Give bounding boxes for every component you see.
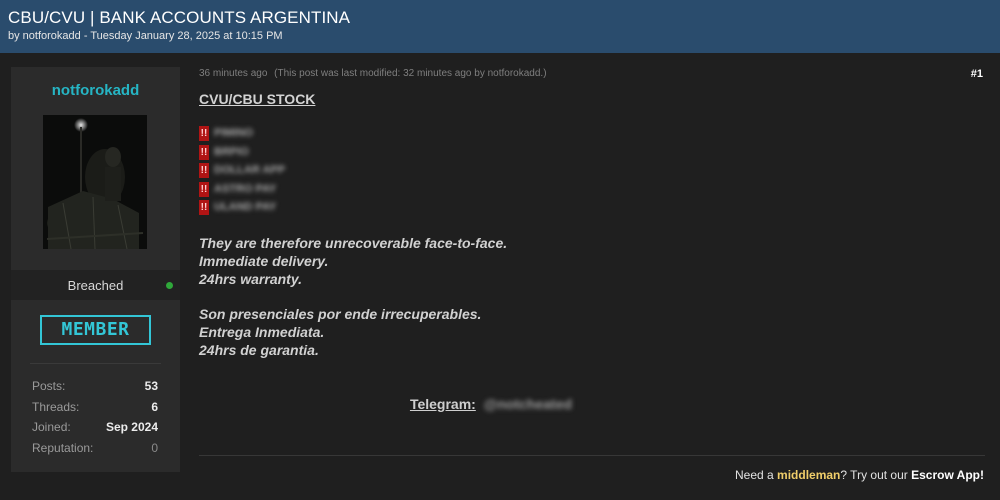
user-stats: Posts: 53 Threads: 6 Joined: Sep 2024 Re… (32, 379, 158, 461)
post-heading: CVU/CBU STOCK (199, 91, 316, 107)
escrow-app-link[interactable]: Escrow App! (911, 468, 984, 482)
stat-value: Sep 2024 (105, 420, 158, 434)
usergroup-label: Breached (67, 278, 124, 293)
list-item: !! ASTRO PAY (199, 181, 299, 200)
avatar[interactable] (43, 115, 147, 249)
stock-item-label: DOLLAR APP (214, 164, 286, 177)
stat-row-threads: Threads: 6 (32, 400, 158, 421)
alert-icon: !! (199, 126, 209, 141)
stock-item-label: ASTRO PAY (214, 182, 277, 195)
stock-item-label: PIMINO (214, 127, 254, 139)
stat-value[interactable]: 0 (151, 441, 158, 462)
panel-divider (30, 363, 161, 364)
stock-list: !! PIMINO !! BRPIO !! DOLLAR APP !! ASTR… (199, 125, 299, 218)
stat-label: Posts: (32, 379, 66, 393)
alert-icon: !! (199, 200, 209, 216)
english-paragraph: They are therefore unrecoverable face-to… (199, 234, 507, 288)
text-line: They are therefore unrecoverable face-to… (199, 235, 508, 251)
stat-value[interactable]: 6 (151, 400, 158, 421)
telegram-label: Telegram: (409, 396, 476, 412)
stock-item-label: BRPIO (214, 145, 249, 158)
stat-label: Joined: (32, 420, 71, 434)
telegram-handle: @notcheated (483, 396, 573, 412)
text-line: Son presenciales por ende irrecuperables… (199, 306, 482, 322)
online-status-icon (166, 282, 173, 289)
notice-middle: ? Try out our (840, 468, 912, 482)
thread-header: CBU/CVU | BANK ACCOUNTS ARGENTINA by not… (0, 0, 1000, 53)
user-panel: notforokadd Breached MEMBER Posts: 53 Th… (11, 67, 180, 472)
stock-item-label: ULAND PAY (214, 201, 277, 214)
alert-icon: !! (199, 181, 209, 197)
list-item: !! ULAND PAY (199, 199, 299, 218)
stat-label: Threads: (32, 399, 80, 414)
post-divider (199, 455, 985, 456)
spanish-paragraph: Son presenciales por ende irrecuperables… (199, 305, 481, 359)
alert-icon: !! (199, 163, 209, 179)
post-body: CVU/CBU STOCK !! PIMINO !! BRPIO !! DOLL… (199, 91, 979, 358)
stat-value[interactable]: 53 (145, 379, 158, 400)
list-item: !! DOLLAR APP (199, 162, 299, 181)
stat-row-posts: Posts: 53 (32, 379, 158, 400)
escrow-notice: Need a middleman? Try out our Escrow App… (735, 468, 984, 482)
post-time: 36 minutes ago (199, 68, 268, 79)
post-edit-note: (This post was last modified: 32 minutes… (274, 68, 547, 79)
thread-byline: by notforokadd - Tuesday January 28, 202… (8, 30, 283, 42)
usergroup-row: Breached (11, 270, 180, 300)
thread-title: CBU/CVU | BANK ACCOUNTS ARGENTINA (8, 8, 351, 27)
middleman-link[interactable]: middleman (777, 468, 840, 482)
telegram-contact: Telegram: @notcheated (199, 396, 783, 412)
text-line: Immediate delivery. (199, 253, 329, 269)
avatar-image (43, 115, 147, 249)
list-item: !! BRPIO (199, 144, 299, 163)
stat-label: Reputation: (32, 440, 94, 455)
text-line: Entrega Inmediata. (199, 324, 325, 340)
text-line: 24hrs de garantia. (199, 342, 319, 358)
stat-row-reputation: Reputation: 0 (32, 441, 158, 462)
post-meta: 36 minutes ago (This post was last modif… (199, 68, 547, 79)
alert-icon: !! (199, 144, 209, 160)
username-link[interactable]: notforokadd (11, 82, 180, 99)
rank-badge: MEMBER (40, 315, 151, 345)
list-item: !! PIMINO (199, 125, 299, 144)
notice-prefix: Need a (735, 468, 778, 482)
stat-row-joined: Joined: Sep 2024 (32, 420, 158, 441)
text-line: 24hrs warranty. (199, 271, 302, 287)
post-number-link[interactable]: #1 (971, 68, 983, 80)
